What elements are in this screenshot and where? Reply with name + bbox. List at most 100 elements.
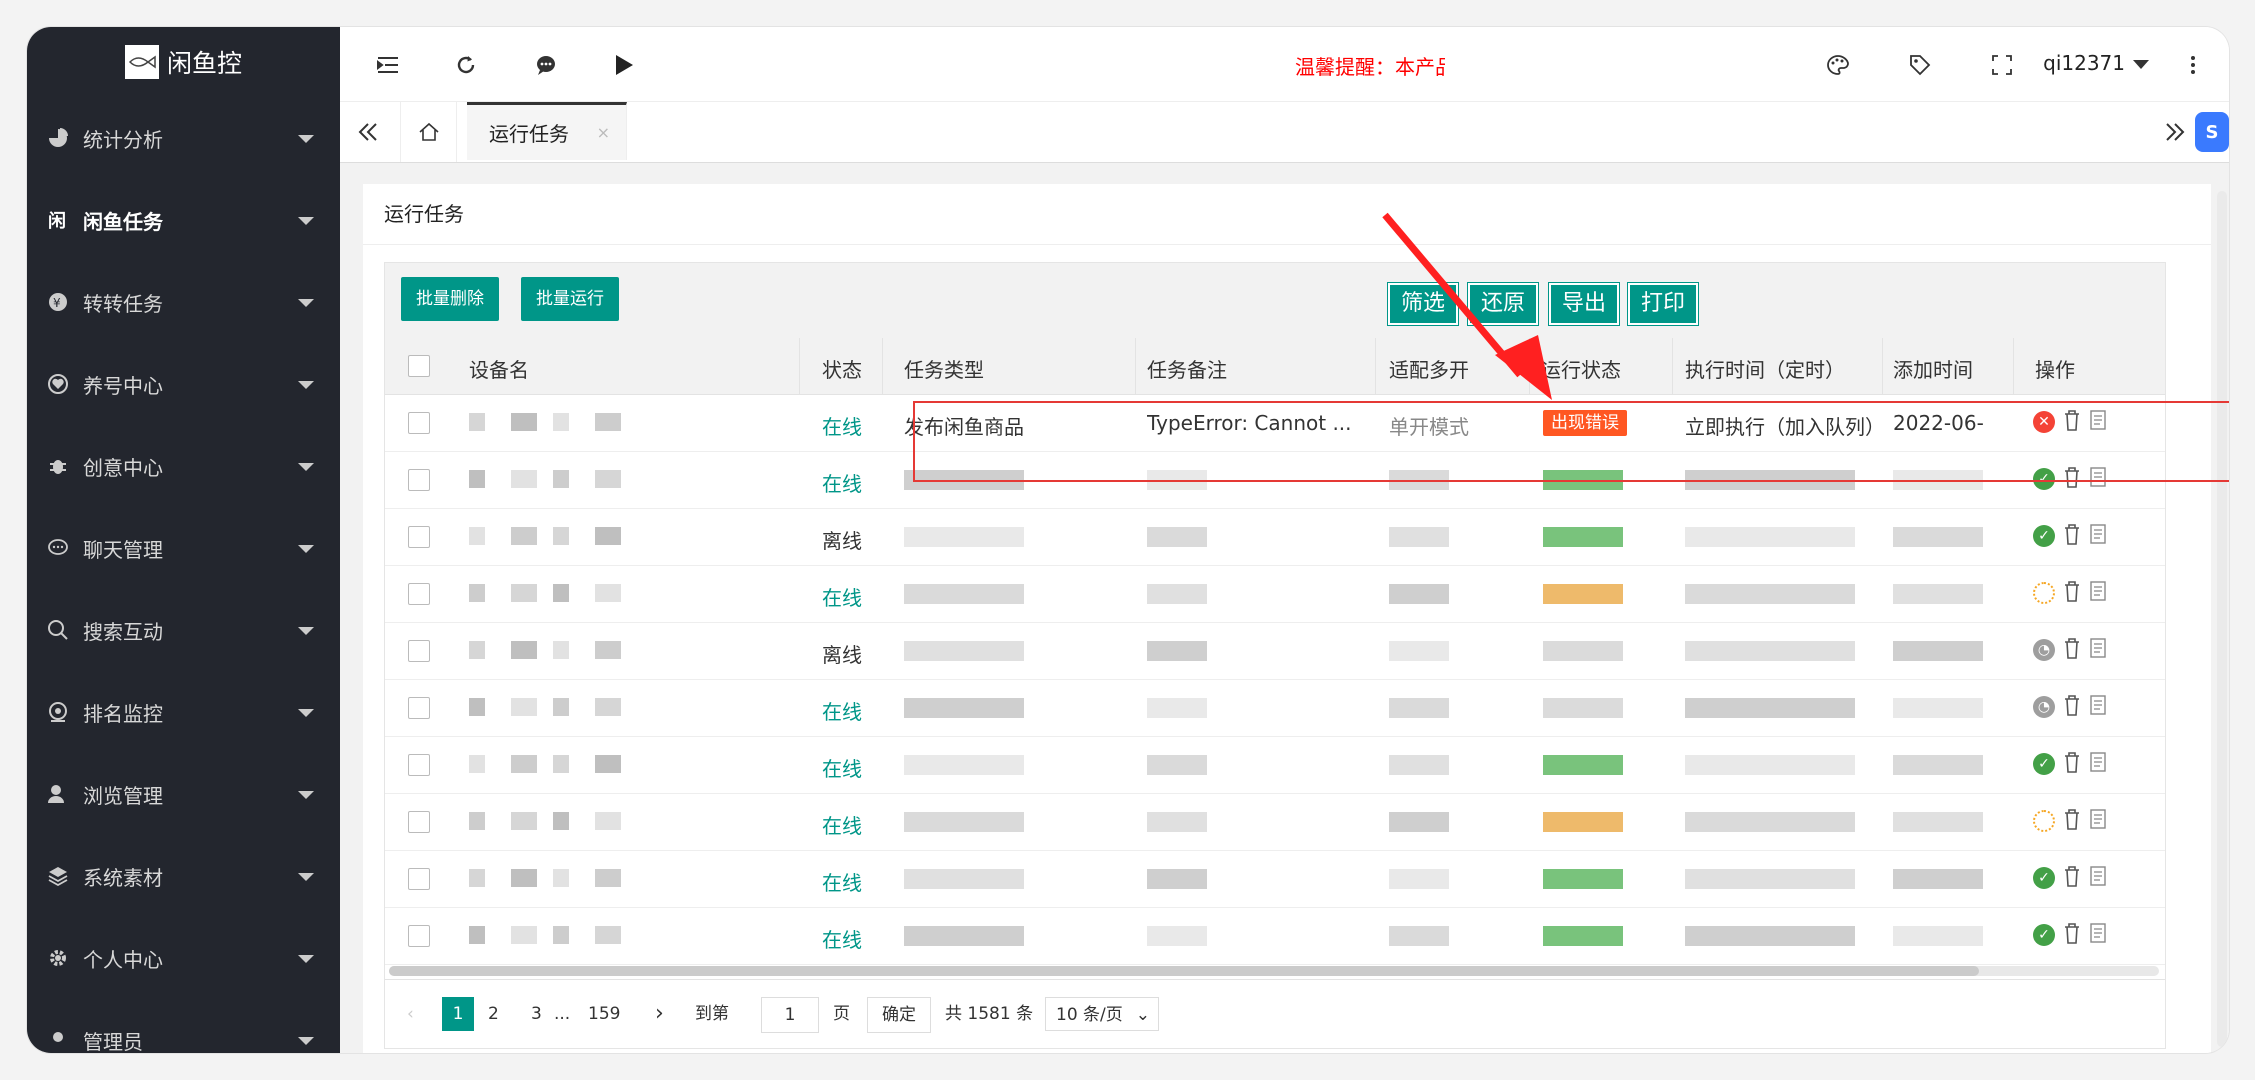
next-page-icon[interactable]: › — [655, 997, 675, 1031]
sidebar-item-4[interactable]: 创意中心 — [27, 425, 340, 507]
print-button[interactable]: 打印 — [1628, 283, 1699, 325]
chevron-down-icon — [298, 873, 314, 881]
batch-delete-button[interactable]: 批量删除 — [401, 277, 499, 321]
loading-status-icon[interactable] — [2033, 810, 2055, 832]
chat-bubble-icon[interactable] — [530, 49, 562, 81]
collapse-menu-icon[interactable] — [372, 49, 404, 81]
row-status: 在线 — [822, 928, 862, 952]
sidebar-item-1[interactable]: 闲闲鱼任务 — [27, 179, 340, 261]
batch-run-button[interactable]: 批量运行 — [521, 277, 619, 321]
delete-trash-icon[interactable] — [2063, 922, 2081, 948]
delete-trash-icon[interactable] — [2063, 580, 2081, 606]
loading-status-icon[interactable] — [2033, 582, 2055, 604]
delete-trash-icon[interactable] — [2063, 637, 2081, 663]
row-checkbox[interactable] — [408, 526, 430, 548]
delete-trash-icon[interactable] — [2063, 694, 2081, 720]
log-document-icon[interactable] — [2089, 922, 2107, 948]
log-document-icon[interactable] — [2089, 865, 2107, 891]
sidebar-item-11[interactable]: 管理员 — [27, 999, 340, 1053]
play-icon[interactable] — [608, 49, 640, 81]
log-document-icon[interactable] — [2089, 751, 2107, 777]
table-row[interactable]: 在线 ✓ — [385, 737, 2165, 794]
table-row[interactable]: 在线 — [385, 566, 2165, 623]
page-159[interactable]: 159 — [588, 997, 628, 1031]
success-status-icon[interactable]: ✓ — [2033, 867, 2055, 889]
per-page-select[interactable]: 10 条/页 ⌄ — [1045, 997, 1159, 1031]
log-document-icon[interactable] — [2089, 694, 2107, 720]
row-checkbox[interactable] — [408, 412, 430, 434]
col-device-name[interactable]: 设备名 — [469, 354, 529, 383]
table-row[interactable]: 在线 — [385, 794, 2165, 851]
table-row[interactable]: 离线 ✓ — [385, 509, 2165, 566]
palette-icon[interactable] — [1822, 49, 1854, 81]
tab-close-icon[interactable]: × — [597, 123, 610, 142]
success-status-icon[interactable]: ✓ — [2033, 525, 2055, 547]
sidebar-item-3[interactable]: 养号中心 — [27, 343, 340, 425]
table-row[interactable]: 在线 ◔ — [385, 680, 2165, 737]
page-2[interactable]: 2 — [488, 997, 508, 1031]
export-button[interactable]: 导出 — [1549, 283, 1620, 325]
pending-clock-icon[interactable]: ◔ — [2033, 696, 2055, 718]
prev-page-icon[interactable]: ‹ — [407, 997, 427, 1031]
row-checkbox[interactable] — [408, 925, 430, 947]
table-row[interactable]: 在线 ✓ — [385, 851, 2165, 908]
row-checkbox[interactable] — [408, 868, 430, 890]
log-document-icon[interactable] — [2089, 637, 2107, 663]
heart-icon — [45, 371, 71, 397]
page-1[interactable]: 1 — [442, 997, 474, 1031]
horizontal-scrollbar[interactable] — [389, 966, 2159, 976]
refresh-icon[interactable] — [450, 49, 482, 81]
more-vertical-icon[interactable] — [2177, 49, 2209, 81]
logo[interactable]: 闲鱼控 — [27, 27, 340, 97]
sidebar-item-9[interactable]: 系统素材 — [27, 835, 340, 917]
row-checkbox[interactable] — [408, 469, 430, 491]
table-row[interactable]: 在线 ✓ — [385, 908, 2165, 965]
row-checkbox[interactable] — [408, 583, 430, 605]
row-checkbox[interactable] — [408, 697, 430, 719]
filter-button[interactable]: 筛选 — [1388, 283, 1459, 325]
table-row[interactable]: 离线 ◔ — [385, 623, 2165, 680]
page-3[interactable]: 3 — [531, 997, 551, 1031]
restore-button[interactable]: 还原 — [1468, 283, 1539, 325]
col-task-note[interactable]: 任务备注 — [1147, 354, 1227, 383]
col-status[interactable]: 状态 — [822, 354, 862, 383]
col-task-type[interactable]: 任务类型 — [904, 354, 984, 383]
row-checkbox[interactable] — [408, 640, 430, 662]
col-exec-time[interactable]: 执行时间（定时） — [1685, 354, 1845, 383]
tabs-scroll-left-icon[interactable] — [352, 116, 384, 148]
delete-trash-icon[interactable] — [2063, 523, 2081, 549]
row-checkbox[interactable] — [408, 754, 430, 776]
extension-icon[interactable]: S — [2195, 112, 2229, 152]
tag-icon[interactable] — [1904, 49, 1936, 81]
col-run-status[interactable]: 运行状态 — [1541, 354, 1621, 383]
success-status-icon[interactable]: ✓ — [2033, 924, 2055, 946]
user-menu[interactable]: qi12371 — [2043, 51, 2149, 75]
vertical-scrollbar[interactable] — [2217, 191, 2227, 1047]
delete-trash-icon[interactable] — [2063, 808, 2081, 834]
sidebar-item-5[interactable]: 聊天管理 — [27, 507, 340, 589]
fullscreen-icon[interactable] — [1986, 49, 2018, 81]
log-document-icon[interactable] — [2089, 808, 2107, 834]
success-status-icon[interactable]: ✓ — [2033, 753, 2055, 775]
col-add-time[interactable]: 添加时间 — [1893, 354, 1973, 383]
sidebar-item-6[interactable]: 搜索互动 — [27, 589, 340, 671]
delete-trash-icon[interactable] — [2063, 751, 2081, 777]
tab-run-tasks[interactable]: 运行任务 × — [467, 102, 627, 160]
sidebar-item-0[interactable]: 统计分析 — [27, 97, 340, 179]
log-document-icon[interactable] — [2089, 580, 2107, 606]
row-checkbox[interactable] — [408, 811, 430, 833]
delete-trash-icon[interactable] — [2063, 865, 2081, 891]
confirm-button[interactable]: 确定 — [867, 997, 931, 1033]
log-document-icon[interactable] — [2089, 523, 2107, 549]
sidebar-item-8[interactable]: 浏览管理 — [27, 753, 340, 835]
pending-clock-icon[interactable]: ◔ — [2033, 639, 2055, 661]
scrollbar-thumb[interactable] — [389, 966, 1979, 976]
goto-page-input[interactable]: 1 — [761, 997, 819, 1033]
tab-home[interactable] — [400, 102, 457, 162]
col-multi-open[interactable]: 适配多开 — [1389, 354, 1469, 383]
select-all-checkbox[interactable] — [408, 355, 430, 377]
sidebar-item-10[interactable]: 个人中心 — [27, 917, 340, 999]
tabs-scroll-right-icon[interactable] — [2159, 116, 2191, 148]
sidebar-item-2[interactable]: ¥ 转转任务 — [27, 261, 340, 343]
sidebar-item-7[interactable]: 排名监控 — [27, 671, 340, 753]
